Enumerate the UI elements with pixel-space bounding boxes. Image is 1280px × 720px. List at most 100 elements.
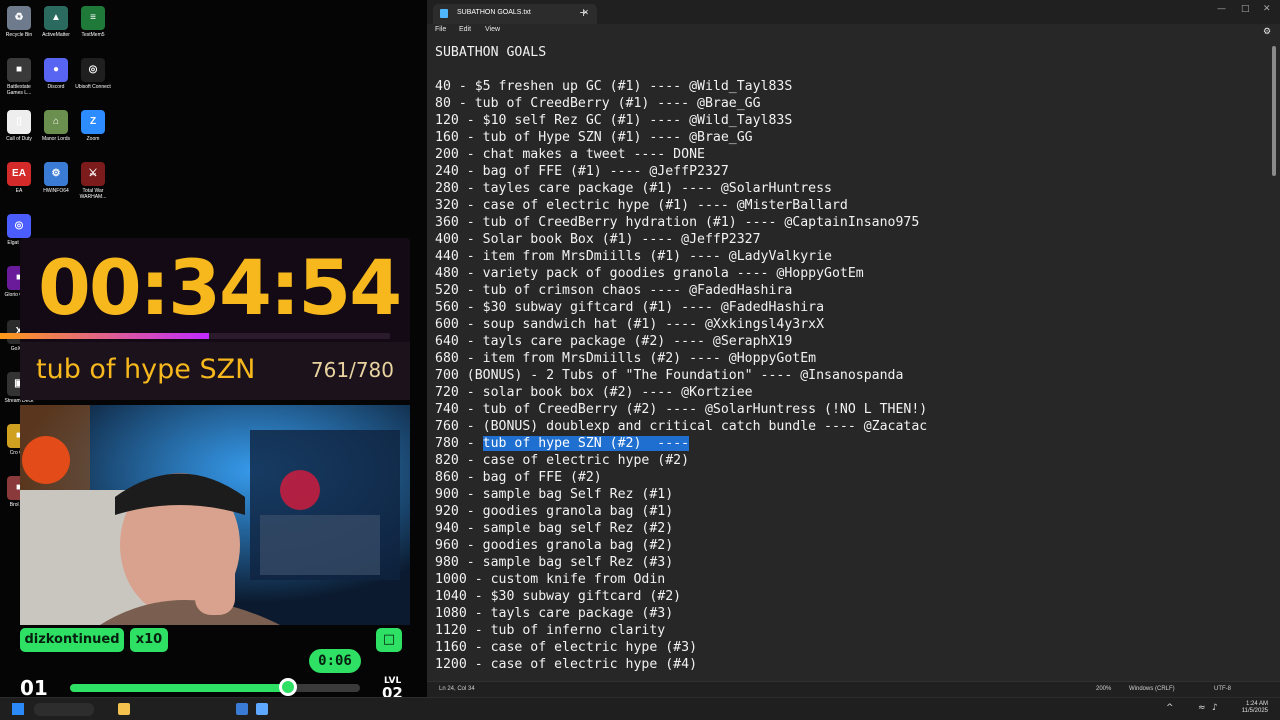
text-line: 160 - tub of Hype SZN (#1) ---- @Brae_GG bbox=[435, 130, 753, 145]
desktop-app-icon: ≡ bbox=[81, 6, 105, 30]
minimize-icon[interactable]: — bbox=[1217, 4, 1226, 14]
text-line: 40 - $5 freshen up GC (#1) ---- @Wild_Ta… bbox=[435, 79, 793, 94]
goal-progress-bar bbox=[0, 333, 390, 339]
desktop-icon-label: EA bbox=[15, 188, 23, 194]
text-line: 1160 - case of electric hype (#3) bbox=[435, 640, 698, 655]
desktop-icon[interactable]: ▲ ActiveMatter bbox=[37, 6, 75, 38]
desktop-app-icon: ⚔ bbox=[81, 162, 105, 186]
wifi-icon[interactable]: ≈ bbox=[1198, 703, 1206, 713]
desktop-app-icon: ◎ bbox=[81, 58, 105, 82]
text-line: 820 - case of electric hype (#2) bbox=[435, 453, 690, 468]
text-line: 940 - sample bag self Rez (#2) bbox=[435, 521, 674, 536]
desktop-icon[interactable]: ⚙ HWiNFO64 bbox=[37, 162, 75, 194]
text-line: 1200 - case of electric hype (#4) bbox=[435, 657, 698, 672]
text-editor[interactable]: SUBATHON GOALS 40 - $5 freshen up GC (#1)… bbox=[427, 40, 1267, 679]
zoom-level[interactable]: 200% bbox=[1096, 686, 1111, 692]
desktop-app-icon: EA bbox=[7, 162, 31, 186]
text-line: 920 - goodies granola bag (#1) bbox=[435, 504, 674, 519]
text-line: 280 - tayles care package (#1) ---- @Sol… bbox=[435, 181, 832, 196]
text-line: 700 (BONUS) - 2 Tubs of "The Foundation"… bbox=[435, 368, 904, 383]
multiplier-chip: x10 bbox=[130, 628, 168, 652]
app-icon[interactable] bbox=[236, 703, 248, 715]
text-line: 1000 - custom knife from Odin bbox=[435, 572, 666, 587]
elapsed-timer-chip: 0:06 bbox=[309, 649, 361, 673]
desktop-icon[interactable]: ● Discord bbox=[37, 58, 75, 90]
notepad-menubar: File Edit View ⚙ bbox=[427, 24, 1280, 38]
text-line: 80 - tub of CreedBerry (#1) ---- @Brae_G… bbox=[435, 96, 761, 111]
new-tab-icon[interactable]: + bbox=[579, 6, 588, 19]
desktop-app-icon: ▯ bbox=[7, 110, 31, 134]
tray-overflow-icon[interactable]: ^ bbox=[1166, 703, 1174, 713]
text-line: 440 - item from MrsDmiills (#1) ---- @La… bbox=[435, 249, 832, 264]
line-prefix: 780 - bbox=[435, 436, 483, 451]
text-line: 780 - tub of hype SZN (#2) ---- bbox=[435, 435, 690, 452]
desktop-icon-label: Call of Duty bbox=[6, 136, 32, 142]
desktop-icon-label: TestMem5 bbox=[81, 32, 105, 38]
desktop-icon-label: Manor Lords bbox=[41, 136, 71, 142]
text-line: 1080 - tayls care package (#3) bbox=[435, 606, 674, 621]
maximize-icon[interactable]: □ bbox=[1241, 4, 1250, 14]
desktop-icon-label: Battlestate Games L... bbox=[6, 84, 32, 96]
tab-subathon-goals[interactable]: SUBATHON GOALS.txt ✕ bbox=[433, 4, 597, 24]
desktop-icon[interactable]: ■ Battlestate Games L... bbox=[0, 58, 38, 96]
desktop-icon[interactable]: ≡ TestMem5 bbox=[74, 6, 112, 38]
menu-file[interactable]: File bbox=[435, 26, 446, 33]
clock-date: 11/5/2025 bbox=[1241, 708, 1268, 714]
level-progress-knob bbox=[279, 678, 297, 696]
file-explorer-icon[interactable] bbox=[118, 703, 130, 715]
text-line: 320 - case of electric hype (#1) ---- @M… bbox=[435, 198, 848, 213]
text-line: 760 - (BONUS) doublexp and critical catc… bbox=[435, 419, 928, 434]
line-ending[interactable]: Windows (CRLF) bbox=[1129, 686, 1175, 692]
volume-icon[interactable]: ♪ bbox=[1212, 703, 1218, 713]
level-progress-bar bbox=[70, 684, 360, 692]
selected-text: tub of hype SZN (#2) ---- bbox=[482, 436, 690, 451]
text-line: 720 - solar book box (#2) ---- @Kortziee bbox=[435, 385, 753, 400]
notepad-statusbar: Ln 24, Col 34 200% Windows (CRLF) UTF-8 bbox=[427, 681, 1280, 697]
level-progress-fill bbox=[70, 684, 297, 692]
desktop-icon[interactable]: ⌂ Manor Lords bbox=[37, 110, 75, 142]
tab-title: SUBATHON GOALS.txt bbox=[457, 9, 531, 16]
desktop-app-icon: ⚙ bbox=[44, 162, 68, 186]
text-line: 1040 - $30 subway giftcard (#2) bbox=[435, 589, 682, 604]
desktop-icon-label: Recycle Bin bbox=[5, 32, 33, 38]
text-line: 980 - sample bag self Rez (#3) bbox=[435, 555, 674, 570]
settings-gear-icon[interactable]: ⚙ bbox=[1263, 26, 1271, 37]
desktop-icon[interactable]: ♻ Recycle Bin bbox=[0, 6, 38, 38]
text-line: 120 - $10 self Rez GC (#1) ---- @Wild_Ta… bbox=[435, 113, 793, 128]
clock[interactable]: 1:24 AM 11/5/2025 bbox=[1228, 701, 1268, 715]
text-line: 960 - goodies granola bag (#2) bbox=[435, 538, 674, 553]
bus-icon: □ bbox=[376, 628, 402, 652]
goal-progress-fill bbox=[0, 333, 210, 339]
text-line: 680 - item from MrsDmiills (#2) ---- @Ho… bbox=[435, 351, 817, 366]
desktop-icon-label: Discord bbox=[47, 84, 65, 90]
desktop-icon[interactable]: Z Zoom bbox=[74, 110, 112, 142]
menu-view[interactable]: View bbox=[485, 26, 500, 33]
desktop-icon[interactable]: EA EA bbox=[0, 162, 38, 194]
current-goal-name: tub of hype SZN bbox=[36, 354, 256, 385]
notepad-taskbar-icon[interactable] bbox=[256, 703, 268, 715]
text-line: 900 - sample bag Self Rez (#1) bbox=[435, 487, 674, 502]
text-line: 240 - bag of FFE (#1) ---- @JeffP2327 bbox=[435, 164, 729, 179]
desktop-app-icon: ♻ bbox=[7, 6, 31, 30]
clock-time: 1:24 AM bbox=[1245, 701, 1268, 707]
screen: ♻ Recycle Bin ▲ ActiveMatter ≡ TestMem5 ■ Battl… bbox=[0, 0, 1280, 720]
desktop-icon[interactable]: ▯ Call of Duty bbox=[0, 110, 38, 142]
text-line: 600 - soup sandwich hat (#1) ---- @Xxkin… bbox=[435, 317, 825, 332]
encoding[interactable]: UTF-8 bbox=[1214, 686, 1231, 692]
taskbar: ^ ≈ ♪ 1:24 AM 11/5/2025 bbox=[0, 697, 1280, 720]
vertical-scrollbar[interactable] bbox=[1272, 46, 1276, 176]
start-icon[interactable] bbox=[12, 703, 24, 715]
desktop-app-icon: ● bbox=[44, 58, 68, 82]
notepad-window: SUBATHON GOALS.txt ✕ + — □ ✕ File Edit V… bbox=[427, 0, 1280, 697]
search-box[interactable] bbox=[34, 703, 94, 716]
desktop-icon-label: Zoom bbox=[86, 136, 100, 142]
desktop-icon[interactable]: ◎ Ubisoft Connect bbox=[74, 58, 112, 90]
close-window-icon[interactable]: ✕ bbox=[1263, 4, 1271, 14]
text-line: 640 - tayls care package (#2) ---- @Sera… bbox=[435, 334, 793, 349]
text-line: 520 - tub of crimson chaos ---- @FadedHa… bbox=[435, 283, 793, 298]
desktop-icon[interactable]: ⚔ Total War WARHAM... bbox=[74, 162, 112, 200]
desktop-icon-label: Total War WARHAM... bbox=[79, 188, 107, 200]
desktop-app-icon: ■ bbox=[7, 58, 31, 82]
desktop-app-icon: ▲ bbox=[44, 6, 68, 30]
menu-edit[interactable]: Edit bbox=[459, 26, 471, 33]
